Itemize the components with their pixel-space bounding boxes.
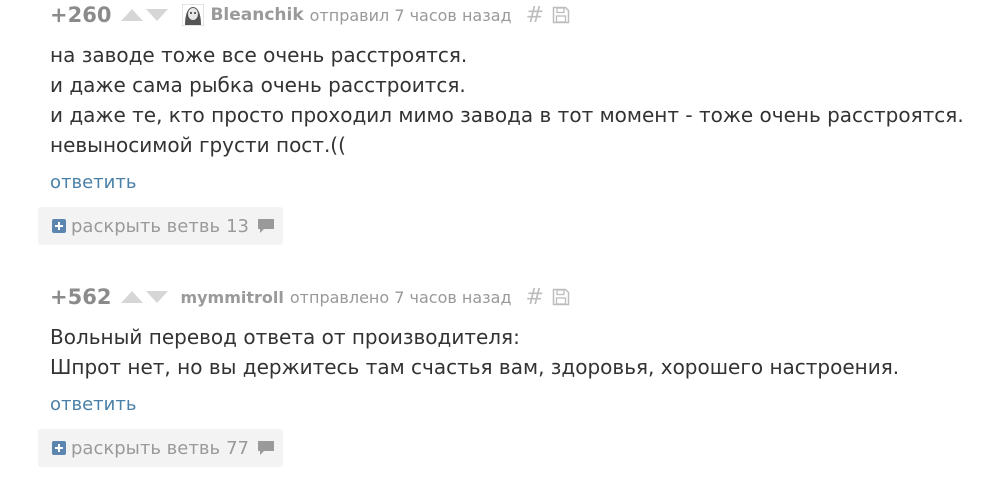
comment-time: отправлено 7 часов назад	[289, 287, 512, 307]
branch-count: 13	[226, 215, 249, 237]
plus-square-icon	[52, 441, 66, 455]
branch-count: 77	[226, 437, 249, 459]
permalink-hash-icon[interactable]: #	[526, 3, 544, 28]
author-name[interactable]: Bleanchik	[210, 5, 303, 25]
expand-branch-button[interactable]: раскрыть ветвь 13	[38, 207, 283, 245]
permalink-hash-icon[interactable]: #	[526, 285, 544, 310]
reply-link[interactable]: ответить	[50, 394, 136, 415]
reply-link[interactable]: ответить	[50, 172, 136, 193]
comment-rating: +562	[50, 285, 112, 309]
floppy-disk-icon[interactable]	[552, 6, 570, 24]
comment-line: на заводе тоже все очень расстроятся.	[50, 43, 468, 67]
comment-body: Вольный перевод ответа от производителя:…	[50, 322, 980, 382]
comment-body: на заводе тоже все очень расстроятся. и …	[50, 40, 980, 160]
avatar[interactable]	[182, 4, 205, 26]
comment-line: и даже те, кто просто проходил мимо заво…	[50, 103, 964, 127]
comment-rating: +260	[50, 3, 112, 27]
comment: +260 Bleanchik отправил 7 часов назад # …	[38, 0, 980, 245]
comment-line: и даже сама рыбка очень расстроится.	[50, 73, 466, 97]
vote-controls	[121, 291, 169, 303]
upvote-icon[interactable]	[121, 9, 144, 21]
expand-branch-label: раскрыть ветвь	[71, 437, 221, 459]
comment-line: Шпрот нет, но вы держитесь там счастья в…	[50, 355, 900, 379]
downvote-icon[interactable]	[146, 291, 169, 303]
speech-bubble-icon	[257, 219, 274, 233]
vote-controls	[121, 9, 169, 21]
plus-square-icon	[52, 219, 66, 233]
comment-time: отправил 7 часов назад	[309, 5, 512, 25]
floppy-disk-icon[interactable]	[552, 288, 570, 306]
comment-line: невыносимой грусти пост.((	[50, 133, 346, 157]
expand-branch-button[interactable]: раскрыть ветвь 77	[38, 429, 283, 467]
comment-line: Вольный перевод ответа от производителя:	[50, 325, 520, 349]
expand-branch-label: раскрыть ветвь	[71, 215, 221, 237]
upvote-icon[interactable]	[121, 291, 144, 303]
downvote-icon[interactable]	[146, 9, 169, 21]
comment-header: +562 mymmitroll отправлено 7 часов назад…	[50, 282, 980, 312]
comment-header: +260 Bleanchik отправил 7 часов назад #	[50, 0, 980, 30]
author-name[interactable]: mymmitroll	[180, 288, 283, 307]
speech-bubble-icon	[257, 441, 274, 455]
comment: +562 mymmitroll отправлено 7 часов назад…	[38, 282, 980, 467]
